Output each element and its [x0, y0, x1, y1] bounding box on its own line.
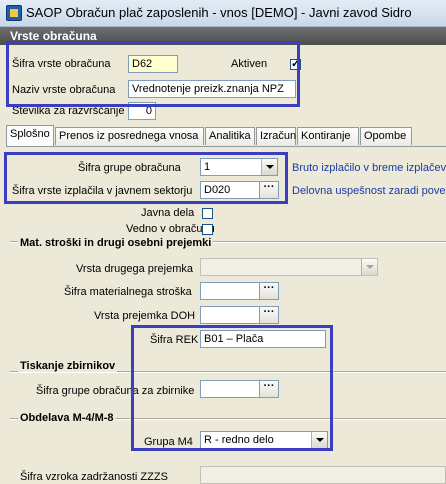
vrsta-drugega-dropdown-icon — [361, 259, 377, 275]
mat-section-title: Mat. stroški in drugi osebni prejemki — [18, 237, 214, 249]
sifra-vrste-input[interactable]: D62 — [128, 55, 178, 73]
zzzs-label: Šifra vzroka zadržanosti ZZZS — [20, 471, 168, 483]
group-header-label: Vrste obračuna — [10, 29, 97, 43]
grupa-m4-select[interactable]: R - redno delo — [200, 431, 328, 449]
sifra-materialnega-label: Šifra materialnega stroška — [64, 286, 192, 298]
window-title: SAOP Obračun plač zaposlenih - vnos [DEM… — [26, 5, 412, 20]
naziv-vrste-label: Naziv vrste obračuna — [12, 84, 116, 96]
sifra-izplacila-input[interactable]: D020 — [200, 181, 260, 199]
tab-prenos[interactable]: Prenos iz posrednega vnosa — [55, 127, 204, 145]
tab-panel-border — [6, 146, 446, 147]
sifra-grupe-zbirnike-label: Šifra grupe obračuna za zbirnike — [36, 385, 195, 397]
sifra-izplacila-description: Delovna uspešnost zaradi poveč — [292, 185, 446, 197]
tisk-section-title: Tiskanje zbirnikov — [18, 360, 118, 372]
sifra-materialnega-browse-icon[interactable]: ··· — [259, 282, 279, 300]
sifra-rek-label: Šifra REK — [150, 334, 199, 346]
sifra-izplacila-label: Šifra vrste izplačila v javnem sektorju — [12, 185, 193, 197]
tab-splosno[interactable]: Splošno — [6, 125, 54, 146]
sifra-grupe-label: Šifra grupe obračuna — [78, 162, 181, 174]
sifra-grupe-dropdown-icon[interactable] — [261, 159, 277, 175]
aktiven-label: Aktiven — [231, 58, 268, 70]
tab-izracun[interactable]: Izračun — [256, 127, 296, 145]
sifra-izplacila-browse-icon[interactable]: ··· — [259, 181, 279, 199]
sifra-materialnega-input[interactable] — [200, 282, 260, 300]
vrsta-prejemka-doh-input[interactable] — [200, 306, 260, 324]
zzzs-input — [200, 466, 446, 484]
tab-opombe[interactable]: Opombe — [360, 127, 412, 145]
vrsta-prejemka-doh-browse-icon[interactable]: ··· — [259, 306, 279, 324]
sifra-vrste-label: Šifra vrste obračuna — [12, 58, 111, 70]
vedno-checkbox[interactable] — [202, 224, 213, 235]
vrsta-drugega-label: Vrsta drugega prejemka — [76, 263, 193, 275]
grupa-m4-label: Grupa M4 — [144, 436, 193, 448]
javna-dela-checkbox[interactable] — [202, 208, 213, 219]
sifra-grupe-zbirnike-input[interactable] — [200, 380, 260, 398]
javna-dela-label: Javna dela — [141, 207, 195, 219]
vrsta-drugega-select — [200, 258, 378, 276]
naziv-vrste-input[interactable]: Vrednotenje preizk.znanja NPZ — [128, 80, 296, 98]
m4-section-title: Obdelava M-4/M-8 — [18, 412, 116, 424]
app-icon — [6, 5, 22, 21]
grupa-m4-dropdown-icon[interactable] — [311, 432, 327, 448]
tab-analitika[interactable]: Analitika — [205, 127, 255, 145]
stevilka-label: Številka za razvrščanje — [12, 105, 125, 117]
sifra-rek-input[interactable]: B01 – Plača — [200, 330, 326, 348]
group-header: Vrste obračuna — [0, 27, 446, 45]
tab-kontiranje[interactable]: Kontiranje — [297, 127, 359, 145]
vrsta-prejemka-doh-label: Vrsta prejemka DOH — [94, 310, 196, 322]
aktiven-checkbox[interactable] — [290, 57, 301, 70]
sifra-grupe-description: Bruto izplačilo v breme izplačeva — [292, 162, 446, 174]
sifra-grupe-zbirnike-browse-icon[interactable]: ··· — [259, 380, 279, 398]
stevilka-input[interactable]: 0 — [128, 102, 156, 120]
